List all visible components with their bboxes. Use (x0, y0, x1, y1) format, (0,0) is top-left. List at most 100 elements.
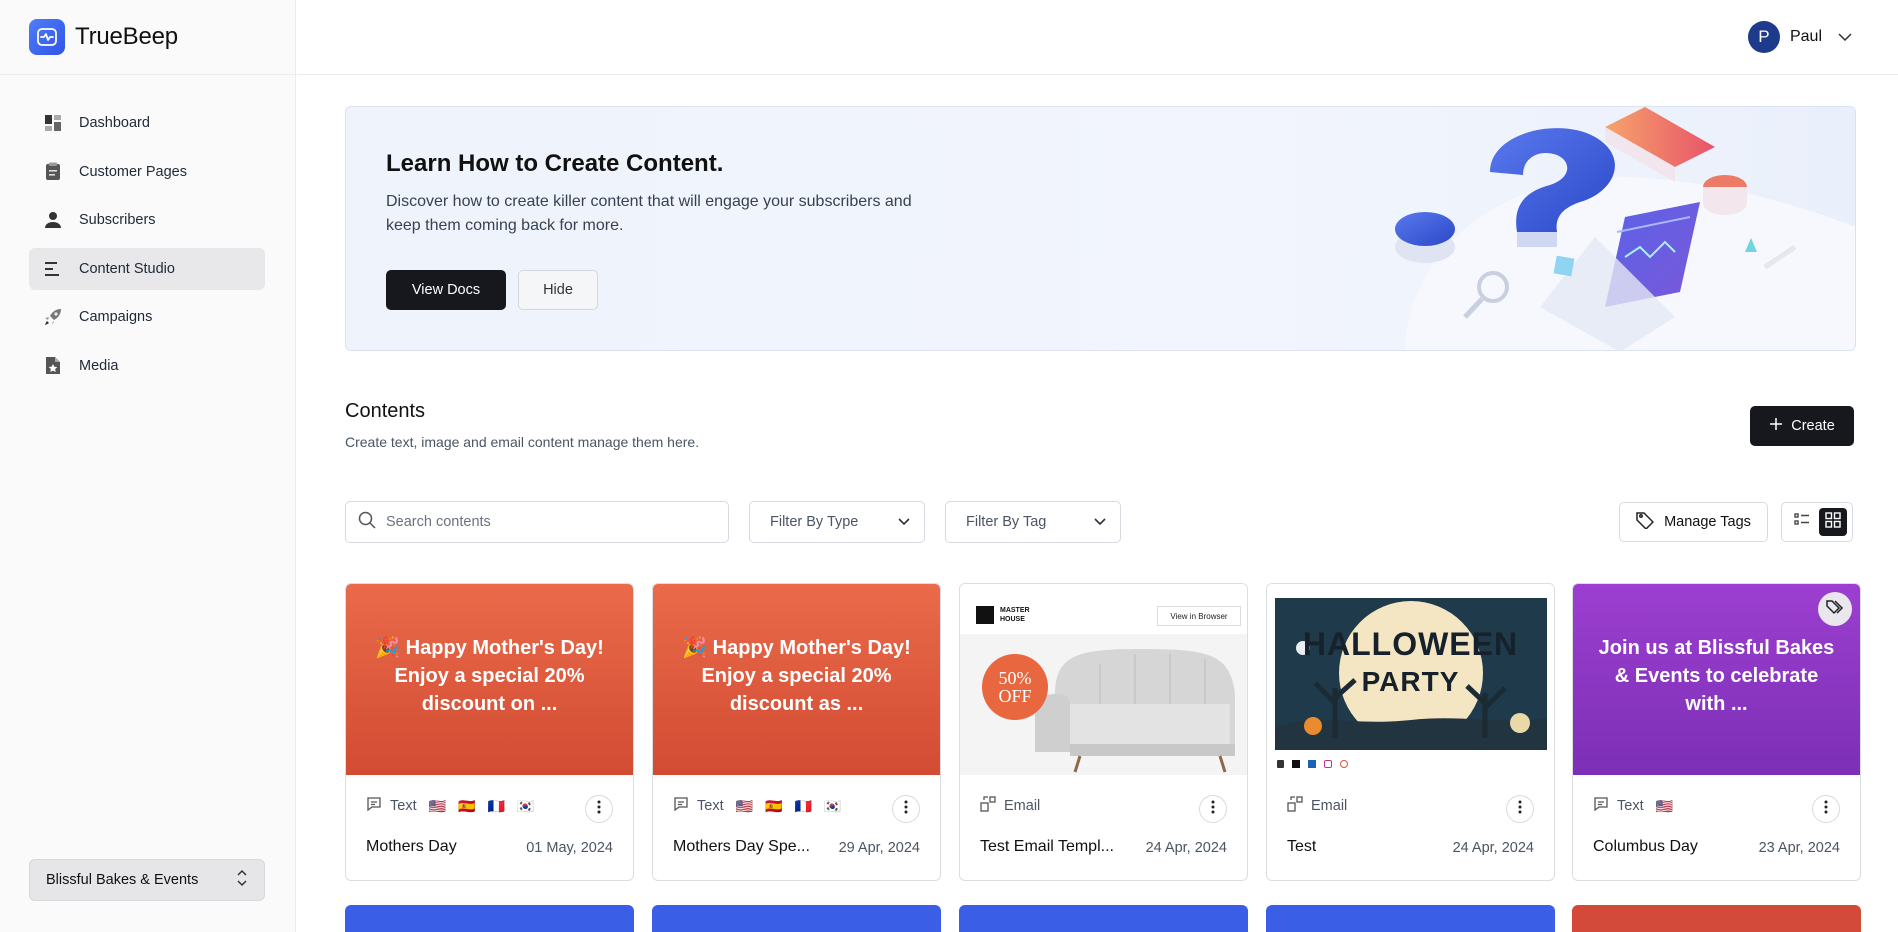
create-button[interactable]: Create (1750, 406, 1854, 446)
content-card-peek[interactable] (1266, 905, 1555, 932)
list-view-button[interactable] (1788, 508, 1816, 536)
sidebar-item-media[interactable]: Media (29, 345, 265, 387)
banner-title: Learn How to Create Content. (386, 150, 724, 177)
learn-banner: Learn How to Create Content. Discover ho… (345, 106, 1856, 351)
card-preview: 🎉 Happy Mother's Day! Enjoy a special 20… (346, 584, 633, 775)
card-preview-text: Join us at Blissful Bakes & Events to ce… (1598, 637, 1835, 715)
filter-by-type-select[interactable]: Filter By Type (749, 501, 925, 543)
content-card-peek[interactable] (959, 905, 1248, 932)
flag-us: 🇺🇸 (428, 797, 447, 814)
card-name: Mothers Day Spe... (673, 838, 810, 855)
user-menu[interactable]: P Paul (1747, 21, 1852, 53)
create-label: Create (1791, 418, 1835, 434)
preview-title: HALLOWEEN (1302, 626, 1519, 662)
instagram-icon (1324, 760, 1332, 768)
card-date: 24 Apr, 2024 (1452, 840, 1534, 856)
view-toggle (1781, 502, 1853, 542)
workspace-switcher[interactable]: Blissful Bakes & Events (29, 859, 265, 901)
flag-kr: 🇰🇷 (516, 797, 535, 814)
social-icons (1277, 760, 1348, 768)
x-icon (1292, 760, 1300, 768)
card-menu-button[interactable] (585, 795, 613, 823)
flag-us: 🇺🇸 (735, 797, 754, 814)
search-input[interactable] (386, 514, 706, 530)
sidebar-item-label: Customer Pages (79, 163, 187, 180)
chevron-down-icon (1094, 514, 1106, 530)
preview-link: View in Browser (1157, 606, 1241, 626)
content-card[interactable]: HALLOWEEN PARTY Email Test 24 Apr, 2024 (1266, 583, 1555, 881)
card-date: 01 May, 2024 (526, 840, 613, 856)
card-tags-button[interactable] (1818, 592, 1852, 626)
content-card[interactable]: 🎉 Happy Mother's Day! Enjoy a special 20… (345, 583, 634, 881)
content-card-peek[interactable] (345, 905, 634, 932)
content-card-peek[interactable] (1572, 905, 1861, 932)
search-icon (358, 511, 376, 534)
preview-header: MASTER HOUSE View in Browser (960, 594, 1247, 630)
sidebar: TrueBeep Dashboard Customer Pages Subscr… (0, 0, 296, 932)
card-name: Columbus Day (1593, 838, 1698, 855)
sidebar-item-label: Media (79, 357, 119, 374)
chevron-up-down-icon (236, 869, 248, 891)
flag-es: 🇪🇸 (458, 797, 476, 814)
contents-subtitle: Create text, image and email content man… (345, 434, 700, 450)
card-type: Text (390, 798, 417, 814)
preview-brand: MASTER HOUSE (1000, 607, 1030, 623)
flag-fr: 🇫🇷 (487, 797, 505, 814)
view-docs-button[interactable]: View Docs (386, 270, 506, 310)
preview-subtitle: PARTY (1361, 666, 1460, 697)
sidebar-item-campaigns[interactable]: Campaigns (29, 296, 265, 338)
preview-badge: 50% OFF (982, 654, 1048, 720)
card-menu-button[interactable] (1506, 795, 1534, 823)
content-card[interactable]: MASTER HOUSE View in Browser 50% OFF Ema… (959, 583, 1248, 881)
sidebar-item-subscribers[interactable]: Subscribers (29, 199, 265, 241)
brand-square-icon (976, 606, 994, 624)
sidebar-item-label: Dashboard (79, 115, 150, 131)
card-date: 23 Apr, 2024 (1758, 840, 1840, 856)
card-preview: MASTER HOUSE View in Browser 50% OFF (960, 584, 1247, 775)
banner-description: Discover how to create killer content th… (386, 193, 912, 234)
card-type: Email (1311, 798, 1348, 814)
user-icon (43, 210, 63, 230)
search-box[interactable] (345, 501, 729, 543)
card-type: Text (1617, 798, 1644, 814)
brand[interactable]: TrueBeep (29, 19, 178, 55)
grid-view-button[interactable] (1818, 508, 1847, 536)
google-icon (1340, 760, 1348, 768)
content-card[interactable]: Join us at Blissful Bakes & Events to ce… (1572, 583, 1861, 881)
chevron-down-icon (898, 514, 910, 530)
contents-title: Contents (345, 400, 426, 422)
filter-tag-label: Filter By Tag (966, 514, 1047, 530)
chat-icon (366, 796, 382, 816)
sidebar-item-customer-pages[interactable]: Customer Pages (29, 151, 265, 193)
card-menu-button[interactable] (1199, 795, 1227, 823)
card-preview: HALLOWEEN PARTY (1267, 584, 1554, 775)
workspace-name: Blissful Bakes & Events (46, 872, 199, 888)
hide-banner-button[interactable]: Hide (518, 270, 598, 310)
kebab-icon (597, 800, 601, 819)
card-menu-button[interactable] (1812, 795, 1840, 823)
manage-tags-button[interactable]: Manage Tags (1619, 502, 1768, 542)
kebab-icon (1518, 800, 1522, 819)
card-name: Test (1287, 838, 1317, 855)
kebab-icon (1824, 800, 1828, 819)
user-name: Paul (1789, 28, 1822, 45)
sidebar-item-label: Content Studio (79, 260, 175, 277)
chat-icon (673, 796, 689, 816)
filter-type-label: Filter By Type (770, 514, 859, 530)
card-preview: 🎉 Happy Mother's Day! Enjoy a special 20… (653, 584, 940, 775)
content-card[interactable]: 🎉 Happy Mother's Day! Enjoy a special 20… (652, 583, 941, 881)
dashboard-icon (43, 113, 63, 133)
card-name: Mothers Day (366, 838, 457, 855)
sidebar-item-content-studio[interactable]: Content Studio (29, 247, 265, 290)
content-card-peek[interactable] (652, 905, 941, 932)
chevron-down-icon (1838, 28, 1852, 46)
tag-icon (1636, 511, 1655, 533)
card-type: Text (697, 798, 724, 814)
lines-icon (43, 259, 63, 279)
filter-by-tag-select[interactable]: Filter By Tag (945, 501, 1121, 543)
sidebar-item-dashboard[interactable]: Dashboard (29, 102, 265, 144)
card-menu-button[interactable] (892, 795, 920, 823)
kebab-icon (904, 800, 908, 819)
email-template-icon (1287, 796, 1303, 816)
flag-es: 🇪🇸 (765, 797, 783, 814)
